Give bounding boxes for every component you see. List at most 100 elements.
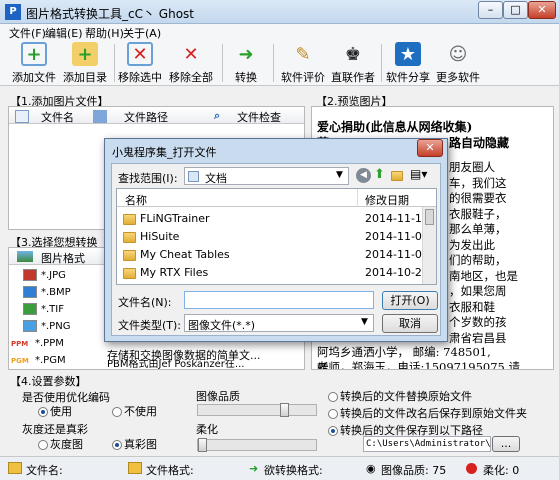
minimize-button[interactable]: – (478, 1, 503, 19)
add-file-icon: + (21, 42, 47, 66)
convert-button[interactable]: ➜ 转换 (233, 42, 259, 85)
col-file-check[interactable]: 文件检查 (237, 109, 281, 125)
optimize-no-use-radio[interactable]: 不使用 (112, 403, 157, 419)
preview-line: 老师，郑海玉，电话:15097195075 请 (317, 360, 521, 370)
soften-slider-thumb[interactable] (198, 438, 207, 452)
format-label: *.PNG (41, 321, 71, 332)
preview-line: 阿坞乡通洒小学， 邮编: 748501, (317, 345, 491, 359)
status-file-format: 文件格式: (146, 464, 194, 477)
col-file-path[interactable]: 文件路径 (124, 109, 168, 125)
browse-path-button[interactable]: ... (492, 436, 520, 452)
remove-all-button[interactable]: ✕ 移除全部 (169, 42, 213, 85)
output-path-field[interactable]: C:\Users\Administrator\Desk (363, 436, 491, 452)
pgm-file-icon: PGM (11, 357, 29, 365)
more-software-button[interactable]: ☺ 更多软件 (436, 42, 480, 85)
add-file-label: 添加文件 (12, 71, 56, 84)
status-soften: 柔化: 0 (483, 464, 520, 477)
rename-save-radio[interactable]: 转换后的文件改名后保存到原始文件夹 (328, 405, 527, 421)
open-file-dialog: 小鬼程序集_打开文件 ✕ 查找范围(I): 文档 ▼ ◀ ⬆ ▤▾ 名称 修改日… (104, 138, 448, 342)
dialog-close-button[interactable]: ✕ (417, 139, 443, 157)
filename-input[interactable] (184, 291, 374, 309)
file-format-icon (128, 462, 142, 474)
list-item[interactable]: FLiNGTrainer2014-11-12 12:0 (123, 210, 436, 227)
menu-edit[interactable]: 编辑(E) (45, 25, 83, 41)
new-folder-icon[interactable] (391, 169, 403, 182)
target-format-icon: ➜ (249, 462, 259, 475)
rate-button[interactable]: ✎ 软件评价 (281, 42, 325, 85)
ppm-file-icon: PPM (11, 340, 29, 348)
folder-path-icon (93, 109, 107, 123)
replace-original-radio[interactable]: 转换后的文件替换原始文件 (328, 388, 472, 404)
look-in-combo[interactable]: 文档 ▼ (184, 167, 349, 185)
menu-file[interactable]: 文件(F) (9, 25, 46, 41)
filetype-combo[interactable]: 图像文件(*.*) ▼ (184, 314, 374, 332)
soften-icon (466, 463, 477, 474)
file-doc-icon (15, 109, 29, 123)
share-button[interactable]: ★ 软件分享 (386, 42, 430, 85)
col-name[interactable]: 名称 (125, 192, 147, 208)
format-label: *.TIF (41, 304, 64, 315)
optimize-use-radio[interactable]: 使用 (38, 403, 72, 419)
col-date[interactable]: 修改日期 (365, 192, 409, 208)
menu-help[interactable]: 帮助(H) (85, 25, 124, 41)
list-item[interactable]: My Cheat Tables2014-11-05 11:2 (123, 246, 436, 263)
preview-line: 为发出此 (449, 237, 495, 252)
toolbar: + 添加文件 + 添加目录 ✕ 移除选中 ✕ 移除全部 ➜ 转换 ✎ 软件评价 … (0, 40, 559, 86)
col-file-name[interactable]: 文件名 (41, 109, 74, 125)
open-button[interactable]: 打开(O) (382, 291, 438, 310)
author-button[interactable]: ♚ 直联作者 (331, 42, 375, 85)
remove-selected-label: 移除选中 (118, 71, 162, 84)
add-file-button[interactable]: + 添加文件 (12, 42, 56, 85)
soften-slider[interactable] (197, 438, 317, 452)
radio-icon (38, 407, 48, 417)
up-folder-icon[interactable]: ⬆ (374, 167, 385, 182)
preview-line: ，如果您周 (449, 284, 507, 298)
scrollbar-thumb[interactable] (425, 209, 434, 225)
jpg-file-icon (23, 269, 37, 281)
format-label: *.PPM (35, 338, 64, 349)
remove-all-icon: ✕ (183, 43, 199, 65)
menu-about[interactable]: 关于(A) (123, 25, 161, 41)
radio-label: 真彩图 (124, 438, 157, 451)
view-menu-icon[interactable]: ▤▾ (410, 167, 427, 181)
back-arrow-icon[interactable]: ◀ (356, 168, 371, 183)
col-image-format[interactable]: 图片格式 (41, 250, 85, 266)
preview-heading-2b: 路自动隐藏 (449, 136, 510, 150)
radio-label: 不使用 (124, 405, 157, 418)
quality-slider-thumb[interactable] (280, 403, 289, 417)
toolbar-divider (222, 44, 223, 82)
list-item[interactable]: My RTX Files2014-10-27 8:2 (123, 264, 436, 281)
format-item-pgm[interactable]: PGM *.PGM (11, 352, 111, 369)
truecolor-radio[interactable]: 真彩图 (112, 436, 157, 452)
menu-bar: 文件(F) 编辑(E) 帮助(H) 关于(A) (0, 24, 559, 40)
radio-label: 使用 (50, 405, 72, 418)
add-dir-button[interactable]: + 添加目录 (63, 42, 107, 85)
preview-heading: 爱心捐助(此信息从网络收集) (317, 120, 473, 134)
format-item-ppm[interactable]: PPM *.PPM (11, 335, 111, 352)
filetype-value: 图像文件(*.*) (188, 319, 256, 332)
chevron-down-icon: ▼ (361, 317, 368, 327)
cancel-button[interactable]: 取消 (382, 314, 438, 333)
more-label: 更多软件 (436, 71, 480, 84)
color-group-label: 灰度还是真彩 (22, 423, 88, 436)
remove-selected-button[interactable]: ✕ 移除选中 (118, 42, 162, 85)
quality-label: 图像品质 (196, 390, 240, 403)
grayscale-radio[interactable]: 灰度图 (38, 436, 83, 452)
more-software-icon: ☺ (448, 43, 468, 65)
toolbar-divider (114, 44, 115, 82)
list-item[interactable]: HiSuite2014-11-04 10:0 (123, 228, 436, 245)
maximize-button[interactable]: □ (503, 1, 528, 19)
preview-body-bottom: 阿坞乡通洒小学， 邮编: 748501, 老师，郑海玉，电话:150971950… (317, 345, 521, 370)
quality-slider[interactable] (197, 403, 317, 417)
radio-label: 转换后的文件替换原始文件 (340, 390, 472, 403)
vertical-scrollbar[interactable] (422, 207, 436, 284)
radio-icon (328, 409, 338, 419)
file-browser-list[interactable]: 名称 修改日期 FLiNGTrainer2014-11-12 12:0 HiSu… (116, 188, 437, 285)
close-button[interactable]: ✕ (528, 1, 556, 19)
format-label: *.PGM (35, 355, 66, 366)
documents-icon (188, 171, 199, 182)
file-browser-header: 名称 修改日期 (117, 189, 436, 207)
window-titlebar: P 图片格式转换工具_cC丶 Ghost – □ ✕ (0, 0, 559, 24)
share-label: 软件分享 (386, 71, 430, 84)
image-format-icon (17, 251, 33, 262)
